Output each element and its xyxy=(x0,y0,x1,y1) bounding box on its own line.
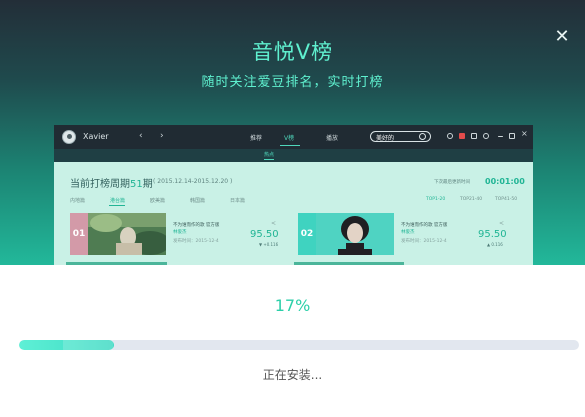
hero-title: 音悦V榜 xyxy=(251,40,334,64)
install-status: 正在安装... xyxy=(262,368,323,382)
range-tab-2: TOP21-40 xyxy=(460,197,483,202)
preview-close-icon xyxy=(521,129,528,139)
maximize-icon xyxy=(509,133,515,139)
preview-search-field: 美好的 xyxy=(370,131,431,142)
chart-card-1: 01 不为谁而作的歌 官方版 林俊杰 发布时间：2015-12-4 < 95.5… xyxy=(70,213,302,261)
forward-arrow-icon: › xyxy=(160,131,164,141)
score: 95.50 xyxy=(250,229,279,240)
preview-subbar: 热点 xyxy=(54,149,533,162)
countdown: 00:01:00 xyxy=(485,177,525,186)
song-artist: 林俊杰 xyxy=(173,230,187,235)
region-tab-japan: 日本篇 xyxy=(230,198,246,204)
preview-search-value: 美好的 xyxy=(376,135,395,142)
score: 95.50 xyxy=(478,229,507,240)
settings-icon xyxy=(483,133,489,139)
preview-tab-recommend: 推荐 xyxy=(250,135,263,142)
install-progress-bar xyxy=(19,340,579,350)
chart-card-2: 02 不为谁而作的歌 官方版 林俊杰 发布时间：2015-12-4 < 95.5… xyxy=(298,213,530,261)
back-arrow-icon: ‹ xyxy=(139,131,143,141)
rank-number: 01 xyxy=(70,213,88,255)
thumbnail-image xyxy=(88,213,166,255)
install-progress-fill xyxy=(19,340,115,350)
release-date: 发布时间：2015-12-4 xyxy=(401,239,447,244)
next-card-edge xyxy=(294,262,404,265)
next-card-edge xyxy=(66,262,167,265)
range-tab-1: TOP1-20 xyxy=(426,197,446,202)
region-active-underline xyxy=(109,205,125,206)
preview-tab-play: 播放 xyxy=(326,135,339,142)
app-preview-screenshot: Xavier ‹ › 推荐 V榜 播放 美好的 热点 当前打榜周期51期 ( 2… xyxy=(54,125,533,265)
score-change: ▲ 0.116 xyxy=(487,242,503,247)
region-tab-mainland: 内地篇 xyxy=(70,198,86,204)
hero-subtitle: 随时关注爱豆排名，实时打榜 xyxy=(201,75,384,90)
video-thumbnail xyxy=(88,213,166,255)
minimize-icon xyxy=(498,136,503,137)
video-thumbnail xyxy=(316,213,394,255)
preview-tab-vchart: V榜 xyxy=(284,135,295,142)
active-tab-underline xyxy=(280,145,300,146)
period-heading: 当前打榜周期51期 xyxy=(70,179,153,190)
release-date: 发布时间：2015-12-4 xyxy=(173,239,219,244)
preview-subtab: 热点 xyxy=(264,152,275,160)
search-icon xyxy=(419,133,426,140)
song-artist: 林俊杰 xyxy=(401,230,415,235)
period-range: ( 2015.12.14-2015.12.20 ) xyxy=(153,178,233,185)
region-tab-korea: 韩国篇 xyxy=(190,198,206,204)
preview-titlebar: Xavier ‹ › 推荐 V榜 播放 美好的 xyxy=(54,125,533,149)
clock-icon xyxy=(447,133,453,139)
skin-icon xyxy=(471,133,477,139)
song-title: 不为谁而作的歌 官方版 xyxy=(401,223,448,228)
hero-banner: ✕ 音悦V榜 随时关注爱豆排名，实时打榜 Xavier ‹ › 推荐 V榜 播放… xyxy=(0,0,585,265)
avatar xyxy=(62,130,76,144)
rank-number: 02 xyxy=(298,213,316,255)
region-tab-western: 欧美篇 xyxy=(150,198,166,204)
share-icon: < xyxy=(499,220,505,227)
range-tab-3: TOP41-50 xyxy=(495,197,518,202)
song-title: 不为谁而作的歌 官方版 xyxy=(173,223,220,228)
countdown-label: 下次最后更新时间 xyxy=(434,180,470,185)
mail-icon xyxy=(459,133,465,139)
score-change: ▼ +0.116 xyxy=(259,242,279,247)
region-tab-hktw: 港台篇 xyxy=(110,198,126,204)
thumbnail-image xyxy=(316,213,394,255)
share-icon: < xyxy=(271,220,277,227)
progress-percent: 17% xyxy=(274,296,311,315)
preview-username: Xavier xyxy=(83,132,109,141)
